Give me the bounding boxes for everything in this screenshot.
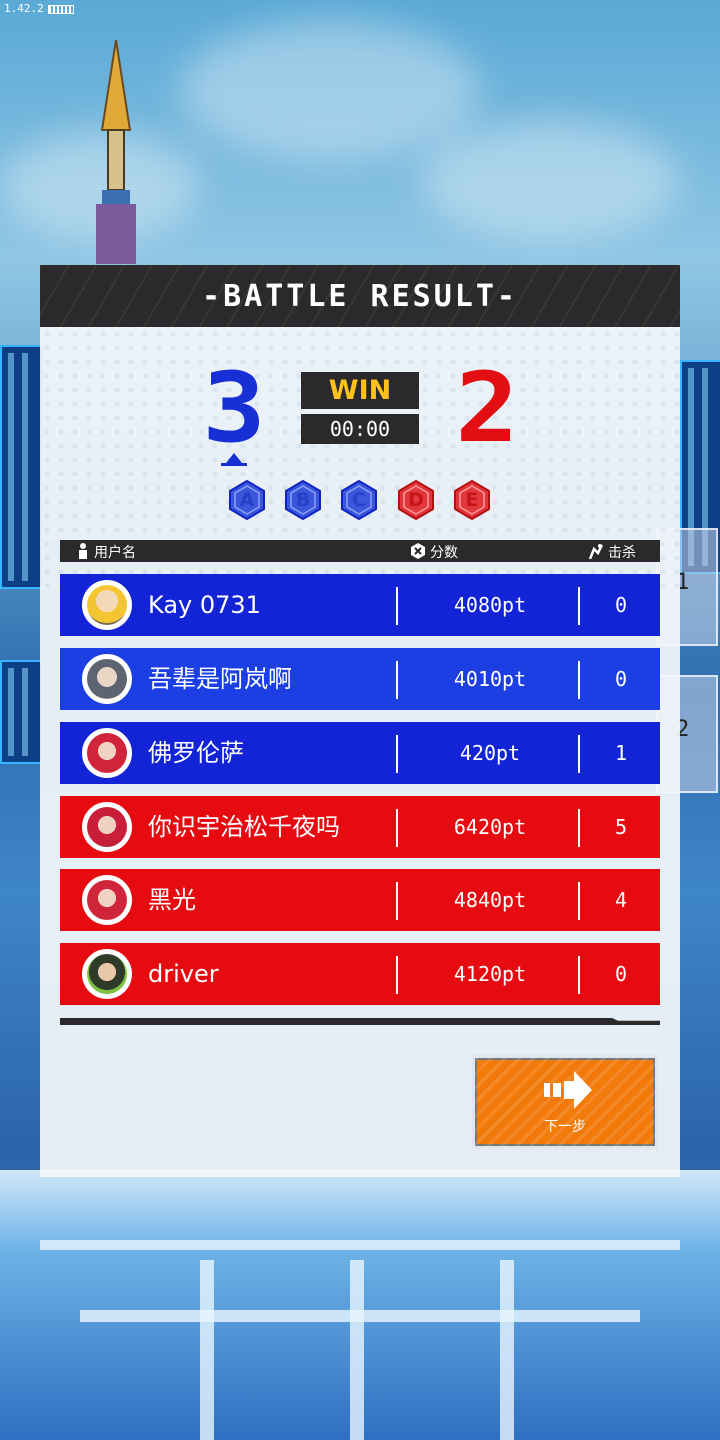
column-divider: [396, 735, 398, 773]
bg-building-left-low: [0, 660, 44, 764]
next-step-label: 下一步: [544, 1119, 586, 1135]
column-divider: [396, 587, 398, 625]
player-name: 你识宇治松千夜吗: [148, 813, 340, 841]
player-name: driver: [148, 960, 219, 988]
zone-b-hexagon-icon: B: [283, 479, 323, 521]
avatar: [82, 580, 132, 630]
spire-decoration: [96, 40, 136, 264]
player-kills: 5: [614, 815, 628, 839]
column-divider: [396, 661, 398, 699]
col-score-label: 分数: [430, 545, 458, 561]
scoreboard-header: 用户名 分数 击杀: [60, 540, 660, 562]
bg-building-left: [0, 345, 44, 589]
version-text: 1.42.2: [4, 2, 44, 15]
player-team-marker-icon: [226, 453, 242, 463]
player-kills: 1: [614, 741, 628, 765]
col-name-label: 用户名: [94, 545, 136, 561]
red-score-value: 2: [455, 352, 519, 464]
column-divider: [396, 809, 398, 847]
column-divider: [578, 809, 580, 847]
blue-score-value: 3: [202, 352, 266, 464]
result-text: WIN: [328, 375, 392, 406]
blue-team-score: 3: [195, 360, 273, 456]
zone-e-hexagon-icon: E: [452, 479, 492, 521]
avatar: [82, 875, 132, 925]
column-divider: [396, 882, 398, 920]
column-divider: [578, 587, 580, 625]
version-label: 1.42.2: [4, 2, 74, 15]
avatar: [82, 949, 132, 999]
kills-icon: [588, 544, 604, 559]
zone-letter: A: [239, 489, 255, 511]
col-kills-label: 击杀: [608, 545, 636, 561]
zone-letter: B: [295, 489, 311, 511]
column-divider: [578, 661, 580, 699]
player-points: 4840pt: [453, 888, 527, 912]
player-points: 4010pt: [453, 667, 527, 691]
score-icon: [411, 543, 425, 559]
next-step-button[interactable]: 下一步: [472, 1055, 658, 1149]
player-points: 4120pt: [453, 962, 527, 986]
column-divider: [396, 956, 398, 994]
player-kills: 0: [614, 667, 628, 691]
player-name: 黑光: [148, 886, 196, 914]
table-row[interactable]: driver 4120pt 0: [60, 943, 660, 1005]
player-name: 佛罗伦萨: [148, 739, 244, 767]
zone-letter: E: [465, 489, 479, 511]
player-points: 6420pt: [453, 815, 527, 839]
table-row[interactable]: 你识宇治松千夜吗 6420pt 5: [60, 796, 660, 858]
table-bottom-divider: [60, 1018, 660, 1025]
zone-d-hexagon-icon: D: [396, 479, 436, 521]
arrow-right-icon: [544, 1071, 592, 1109]
avatar: [82, 802, 132, 852]
avatar: [82, 654, 132, 704]
timer-text: 00:00: [329, 417, 391, 441]
column-divider: [578, 882, 580, 920]
table-row[interactable]: 黑光 4840pt 4: [60, 869, 660, 931]
player-points: 420pt: [459, 741, 521, 765]
table-row[interactable]: Kay 0731 4080pt 0: [60, 574, 660, 636]
column-divider: [578, 735, 580, 773]
signal-icon: [47, 4, 74, 14]
column-divider: [578, 956, 580, 994]
table-row[interactable]: 吾辈是阿岚啊 4010pt 0: [60, 648, 660, 710]
zone-letter: D: [408, 489, 424, 511]
red-team-score: 2: [447, 360, 527, 456]
user-icon: [79, 543, 87, 559]
zone-letter: C: [352, 489, 366, 511]
player-points: 4080pt: [453, 593, 527, 617]
player-kills: 4: [614, 888, 628, 912]
panel-title: -BATTLE RESULT-: [202, 278, 518, 314]
zone-c-hexagon-icon: C: [339, 479, 379, 521]
player-kills: 0: [614, 962, 628, 986]
result-badge: WIN: [301, 372, 419, 409]
arena-floor: [0, 1170, 720, 1440]
match-timer: 00:00: [301, 414, 419, 444]
avatar: [82, 728, 132, 778]
panel-header: -BATTLE RESULT-: [40, 265, 680, 327]
zone-a-hexagon-icon: A: [227, 479, 267, 521]
player-team-marker-bar: [221, 463, 247, 466]
player-name: Kay 0731: [148, 591, 261, 619]
table-row[interactable]: 佛罗伦萨 420pt 1: [60, 722, 660, 784]
player-kills: 0: [614, 593, 628, 617]
player-name: 吾辈是阿岚啊: [148, 665, 292, 693]
